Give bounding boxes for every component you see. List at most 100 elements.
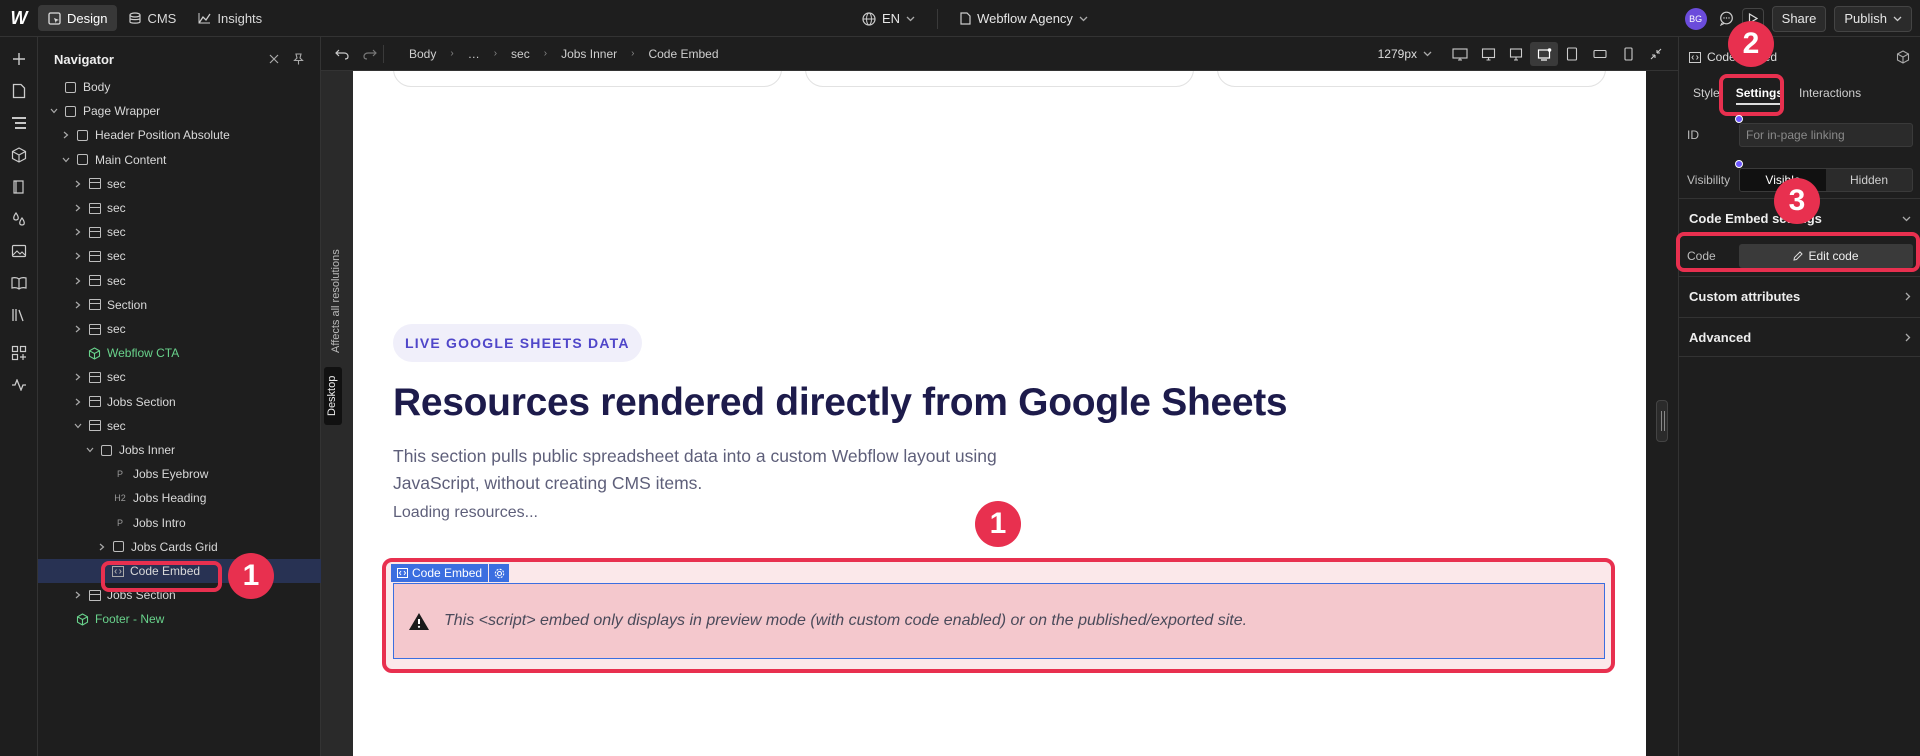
navigator-item[interactable]: Header Position Absolute: [38, 123, 321, 147]
undo-icon[interactable]: [335, 48, 349, 60]
navigator-item[interactable]: sec: [38, 196, 321, 220]
breadcrumb-sec[interactable]: sec: [511, 47, 530, 61]
breadcrumb-body[interactable]: Body: [409, 47, 436, 61]
advanced-header[interactable]: Advanced: [1679, 317, 1920, 357]
audit-button[interactable]: [0, 369, 38, 401]
chevron-right-icon[interactable]: [72, 396, 84, 408]
navigator-item[interactable]: Webflow CTA: [38, 341, 321, 365]
chevron-down-icon[interactable]: [60, 154, 72, 166]
navigator-item[interactable]: Page Wrapper: [38, 99, 321, 123]
navigator-item[interactable]: Main Content: [38, 148, 321, 172]
pin-icon[interactable]: [293, 53, 304, 65]
chevron-right-icon[interactable]: [72, 250, 84, 262]
chevron-down-icon[interactable]: [84, 444, 96, 456]
collapse-panels-button[interactable]: [1642, 42, 1670, 66]
design-mode-button[interactable]: Design: [38, 5, 118, 31]
code-embed-element[interactable]: This <script> embed only displays in pre…: [393, 583, 1605, 659]
edit-code-button[interactable]: Edit code: [1739, 244, 1913, 268]
navigator-item[interactable]: sec: [38, 244, 321, 268]
custom-attributes-header[interactable]: Custom attributes: [1679, 276, 1920, 316]
chevron-right-icon[interactable]: [96, 541, 108, 553]
chart-icon: [198, 12, 211, 24]
chevron-right-icon[interactable]: [72, 589, 84, 601]
code-embed-tag[interactable]: Code Embed: [391, 564, 510, 582]
locale-switcher[interactable]: EN: [862, 11, 915, 26]
canvas-resize-handle[interactable]: [1656, 400, 1668, 442]
redo-icon[interactable]: [363, 48, 377, 60]
components-button[interactable]: [0, 139, 38, 171]
breakpoint-desktop-button[interactable]: [1530, 42, 1558, 66]
apps-button[interactable]: [0, 337, 38, 369]
navigator-item[interactable]: Code Embed: [38, 559, 321, 583]
breakpoint-1440-button[interactable]: [1474, 42, 1502, 66]
chevron-right-icon[interactable]: [72, 202, 84, 214]
breakpoint-landscape-button[interactable]: [1586, 42, 1614, 66]
navigator-item[interactable]: sec: [38, 317, 321, 341]
cms-mode-button[interactable]: CMS: [119, 5, 186, 31]
insights-mode-button[interactable]: Insights: [188, 5, 272, 31]
share-button[interactable]: Share: [1771, 5, 1827, 32]
card-placeholder: [1217, 71, 1606, 87]
collapse-all-icon[interactable]: [269, 54, 279, 64]
visibility-label: Visibility: [1687, 173, 1731, 187]
width-readout[interactable]: 1279px: [1378, 47, 1432, 61]
navigator-item[interactable]: Jobs Cards Grid: [38, 535, 321, 559]
navigator-item[interactable]: sec: [38, 365, 321, 389]
pages-button[interactable]: [0, 75, 38, 107]
navigator-item-label: Jobs Section: [107, 394, 176, 409]
chevron-right-icon[interactable]: [72, 371, 84, 383]
navigator-item[interactable]: P Jobs Eyebrow: [38, 462, 321, 486]
navigator-item[interactable]: Footer - New: [38, 607, 321, 631]
tab-interactions[interactable]: Interactions: [1791, 77, 1869, 109]
assets-button[interactable]: [0, 235, 38, 267]
chevron-right-icon[interactable]: [72, 323, 84, 335]
jobs-eyebrow[interactable]: LIVE GOOGLE SHEETS DATA: [393, 324, 642, 362]
code-embed-settings-button[interactable]: [489, 564, 510, 582]
breakpoint-tablet-button[interactable]: [1558, 42, 1586, 66]
navigator-button[interactable]: [0, 107, 38, 139]
navigator-item[interactable]: sec: [38, 414, 321, 438]
chevron-down-icon[interactable]: [72, 420, 84, 432]
breadcrumb-ellipsis[interactable]: …: [468, 47, 480, 61]
breadcrumb-code-embed[interactable]: Code Embed: [648, 47, 718, 61]
publish-button[interactable]: Publish: [1834, 5, 1912, 32]
jobs-intro[interactable]: This section pulls public spreadsheet da…: [393, 443, 1073, 497]
chevron-right-icon[interactable]: [60, 129, 72, 141]
tab-settings[interactable]: Settings: [1728, 77, 1791, 109]
tab-style[interactable]: Style: [1685, 77, 1728, 109]
id-input[interactable]: For in-page linking: [1739, 123, 1913, 147]
chevron-right-icon[interactable]: [72, 275, 84, 287]
navigator-item[interactable]: sec: [38, 172, 321, 196]
navigator-item[interactable]: Jobs Inner: [38, 438, 321, 462]
navigator-item[interactable]: Jobs Section: [38, 583, 321, 607]
styles-button[interactable]: [0, 203, 38, 235]
navigator-item[interactable]: H2 Jobs Heading: [38, 486, 321, 510]
breakpoint-1280-button[interactable]: [1502, 42, 1530, 66]
breadcrumb-jobs-inner[interactable]: Jobs Inner: [561, 47, 617, 61]
chevron-right-icon[interactable]: [72, 226, 84, 238]
cms-collections-button[interactable]: [0, 267, 38, 299]
canvas[interactable]: LIVE GOOGLE SHEETS DATA Resources render…: [353, 71, 1646, 756]
webflow-logo-icon[interactable]: W: [0, 0, 38, 37]
navigator-item[interactable]: Jobs Section: [38, 390, 321, 414]
navigator-item[interactable]: P Jobs Intro: [38, 511, 321, 535]
breakpoint-portrait-button[interactable]: [1614, 42, 1642, 66]
jobs-heading[interactable]: Resources rendered directly from Google …: [393, 381, 1288, 425]
navigator-item[interactable]: sec: [38, 220, 321, 244]
navigator-item[interactable]: sec: [38, 269, 321, 293]
avatar[interactable]: BG: [1684, 7, 1707, 30]
comment-icon[interactable]: [1719, 11, 1734, 26]
navigator-item[interactable]: Body: [38, 75, 321, 99]
chevron-right-icon[interactable]: [72, 178, 84, 190]
breakpoint-1920-button[interactable]: [1446, 42, 1474, 66]
chevron-right-icon[interactable]: [72, 299, 84, 311]
variables-button[interactable]: [0, 171, 38, 203]
chevron-down-icon[interactable]: [48, 105, 60, 117]
hidden-option[interactable]: Hidden: [1826, 169, 1912, 191]
navigator-item[interactable]: Section: [38, 293, 321, 317]
libraries-button[interactable]: [0, 299, 38, 331]
page-switcher[interactable]: Webflow Agency: [960, 11, 1088, 26]
design-icon: [48, 11, 61, 25]
component-icon[interactable]: [1896, 50, 1910, 64]
add-elements-button[interactable]: [0, 43, 38, 75]
